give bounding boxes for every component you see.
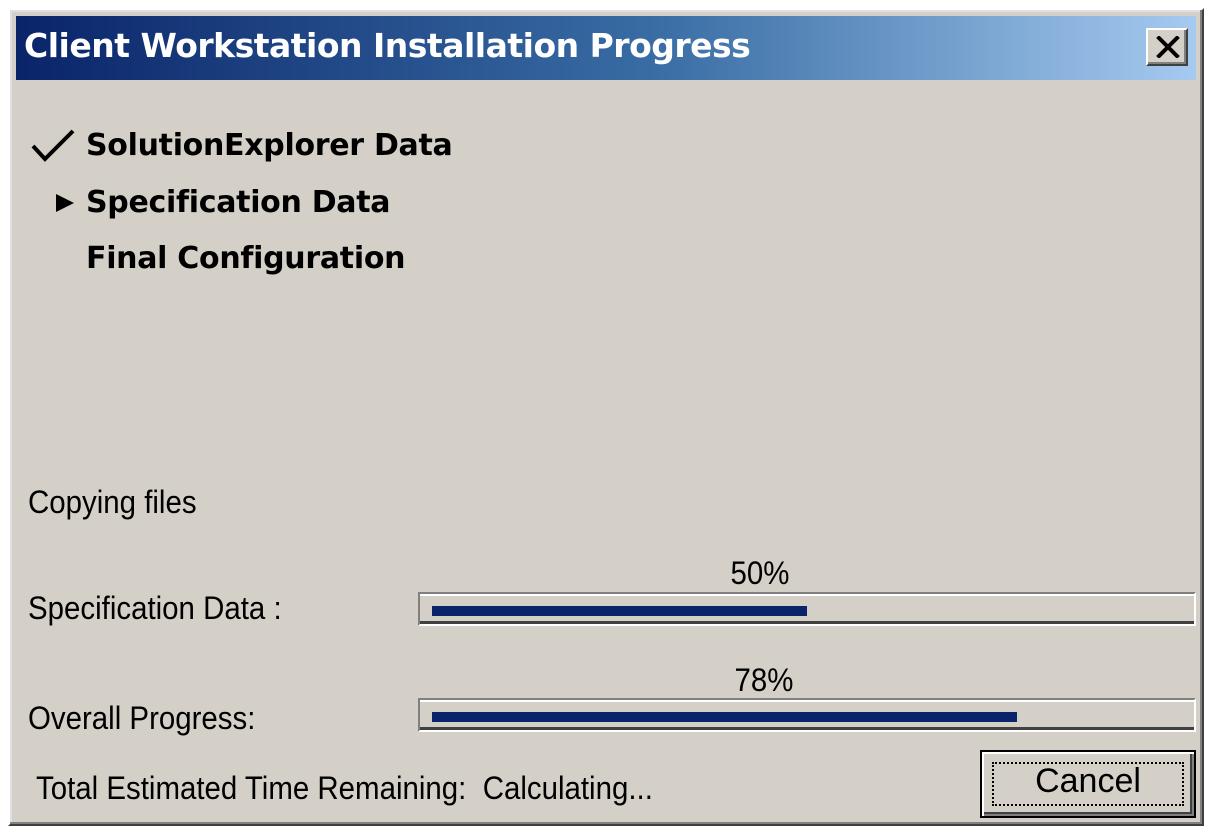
cancel-button[interactable]: Cancel [980, 750, 1196, 818]
overall-progress-label: Overall Progress: [28, 700, 256, 736]
title-bar[interactable]: Client Workstation Installation Progress [16, 16, 1196, 80]
step-label: SolutionExplorer Data [86, 128, 453, 163]
overall-progress-fill [432, 712, 1017, 722]
specification-progress-bar [418, 592, 1196, 626]
specification-progress-fill [432, 606, 807, 616]
specification-progress-label: Specification Data : [28, 590, 282, 626]
time-remaining-text: Total Estimated Time Remaining: Calculat… [36, 770, 653, 806]
status-message: Copying files [28, 484, 197, 520]
specification-percent: 50% [730, 555, 790, 591]
step-label: Specification Data [86, 185, 391, 220]
arrow-right-icon [54, 192, 76, 219]
checkmark-icon [30, 128, 76, 169]
installation-progress-dialog: Client Workstation Installation Progress… [8, 8, 1204, 826]
cancel-button-label: Cancel [1035, 762, 1141, 800]
overall-progress-bar [418, 698, 1196, 732]
step-label: Final Configuration [86, 241, 406, 276]
window-title: Client Workstation Installation Progress [24, 26, 751, 65]
close-button[interactable] [1146, 28, 1188, 66]
overall-percent: 78% [734, 662, 794, 698]
